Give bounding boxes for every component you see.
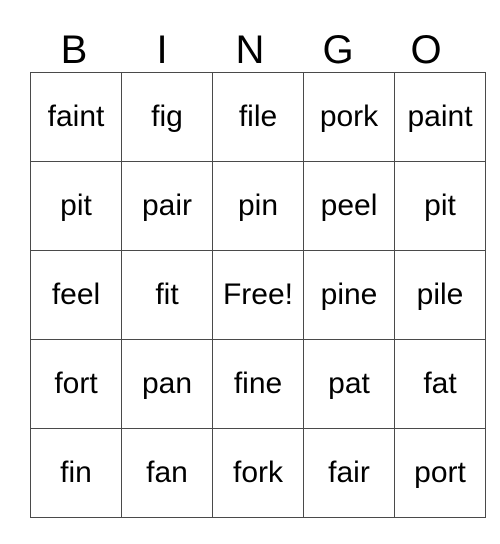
bingo-cell[interactable]: pork	[303, 72, 395, 162]
bingo-cell[interactable]: fork	[212, 428, 304, 518]
bingo-cell[interactable]: fort	[30, 339, 122, 429]
bingo-cell[interactable]: fig	[121, 72, 213, 162]
bingo-cell[interactable]: pit	[30, 161, 122, 251]
bingo-cell[interactable]: pat	[303, 339, 395, 429]
bingo-cell[interactable]: fan	[121, 428, 213, 518]
bingo-cell[interactable]: fit	[121, 250, 213, 340]
bingo-cell[interactable]: port	[394, 428, 486, 518]
bingo-cell[interactable]: file	[212, 72, 304, 162]
bingo-row: fin fan fork fair port	[30, 428, 486, 518]
bingo-header-letter-o: O	[410, 28, 442, 72]
bingo-cell[interactable]: feel	[30, 250, 122, 340]
bingo-header-letter-g: G	[322, 28, 354, 72]
bingo-header-row: B I N G O	[30, 20, 470, 72]
bingo-header-letter-i: I	[156, 28, 168, 72]
bingo-cell[interactable]: faint	[30, 72, 122, 162]
bingo-cell[interactable]: fine	[212, 339, 304, 429]
bingo-cell[interactable]: pile	[394, 250, 486, 340]
bingo-row: pit pair pin peel pit	[30, 161, 486, 251]
bingo-cell[interactable]: pair	[121, 161, 213, 251]
bingo-row: faint fig file pork paint	[30, 72, 486, 162]
bingo-cell[interactable]: fin	[30, 428, 122, 518]
bingo-header-letter-b: B	[60, 28, 88, 72]
bingo-grid: faint fig file pork paint pit pair pin p…	[30, 72, 486, 518]
bingo-cell[interactable]: pit	[394, 161, 486, 251]
bingo-cell[interactable]: peel	[303, 161, 395, 251]
bingo-header-letter-n: N	[235, 28, 265, 72]
bingo-cell[interactable]: pine	[303, 250, 395, 340]
bingo-card: B I N G O faint fig file pork paint pit …	[30, 20, 486, 518]
bingo-free-space-cell[interactable]: Free!	[212, 250, 304, 340]
bingo-row: fort pan fine pat fat	[30, 339, 486, 429]
bingo-cell[interactable]: pin	[212, 161, 304, 251]
bingo-cell[interactable]: pan	[121, 339, 213, 429]
bingo-cell[interactable]: fat	[394, 339, 486, 429]
bingo-cell[interactable]: paint	[394, 72, 486, 162]
bingo-cell[interactable]: fair	[303, 428, 395, 518]
bingo-row: feel fit Free! pine pile	[30, 250, 486, 340]
